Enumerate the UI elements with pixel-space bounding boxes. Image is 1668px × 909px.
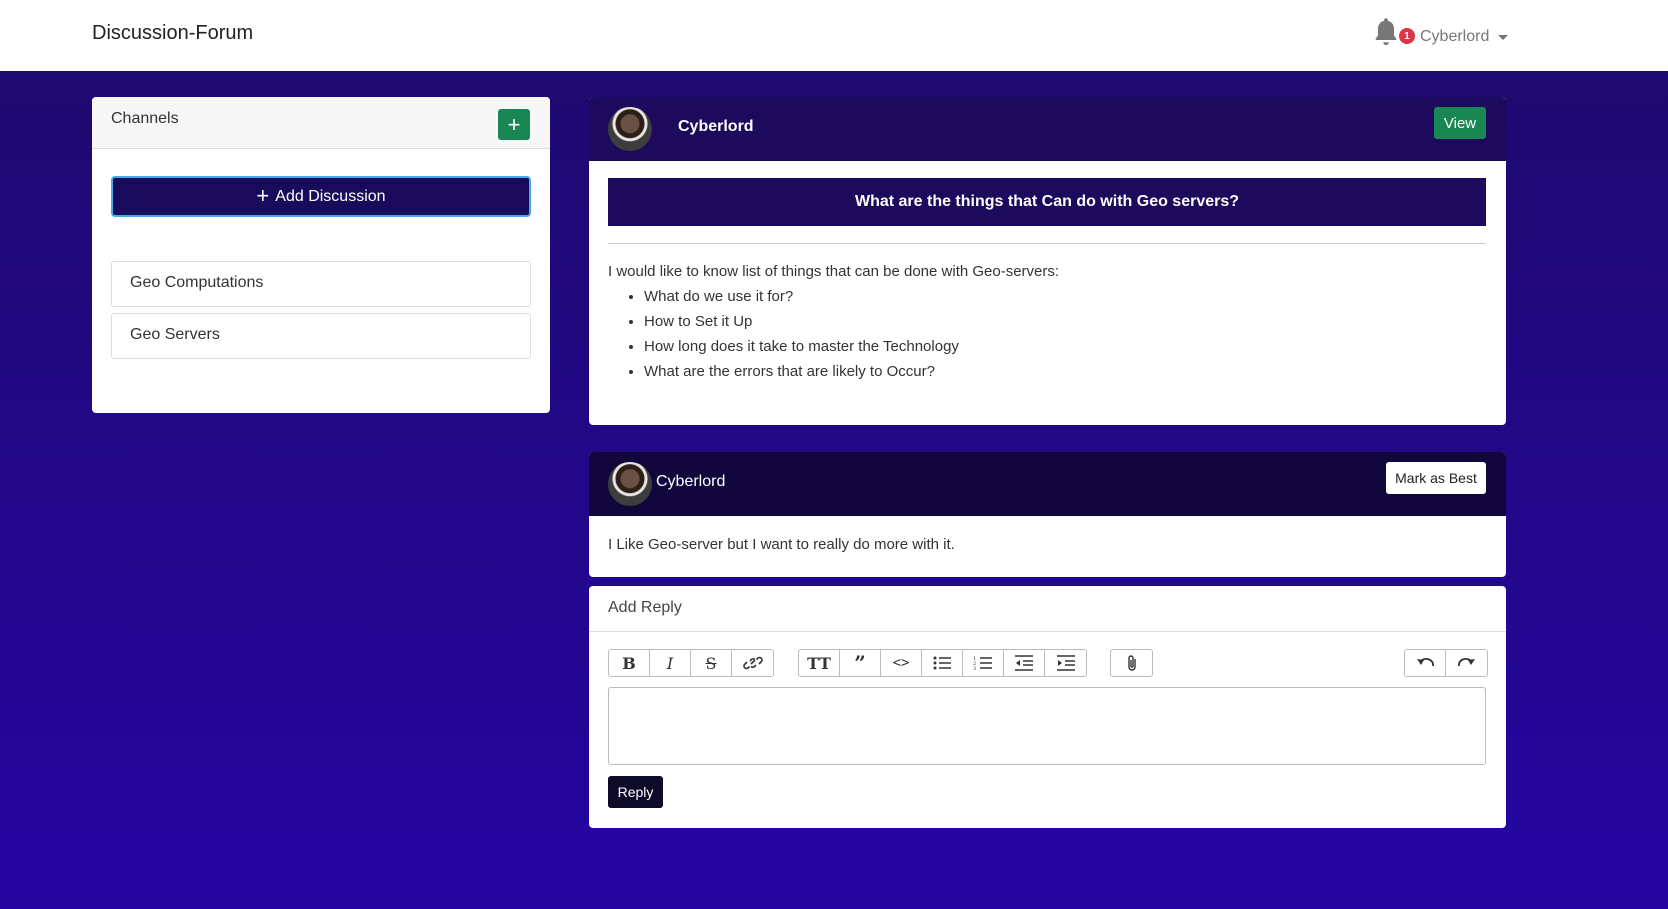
increase-indent-icon[interactable] — [1045, 650, 1086, 676]
add-discussion-label: Add Discussion — [275, 187, 386, 205]
divider — [608, 243, 1486, 244]
numbered-list-icon[interactable]: 123 — [963, 650, 1004, 676]
channel-item-geo-computations[interactable]: Geo Computations — [111, 261, 531, 307]
channels-header: Channels + — [92, 97, 550, 149]
post-title: What are the things that Can do with Geo… — [608, 178, 1486, 226]
add-discussion-button[interactable]: + Add Discussion — [111, 176, 531, 217]
post-author: Cyberlord — [678, 118, 754, 135]
toolbar-text-group: B I S — [608, 649, 774, 677]
chevron-down-icon — [1498, 34, 1509, 40]
plus-icon: + — [507, 111, 521, 137]
notification-badge: 1 — [1399, 28, 1415, 44]
post-header: Cyberlord View — [589, 97, 1506, 161]
notifications-button[interactable]: 1 — [1372, 16, 1415, 50]
top-navbar: Discussion-Forum 1 Cyberlord — [0, 0, 1668, 71]
bullet-list-icon[interactable] — [922, 650, 963, 676]
discussion-post-card: Cyberlord View What are the things that … — [589, 97, 1506, 425]
channel-label: Geo Servers — [130, 326, 220, 343]
channel-item-geo-servers[interactable]: Geo Servers — [111, 313, 531, 359]
bell-icon — [1375, 18, 1397, 46]
post-body: I would like to know list of things that… — [608, 263, 1059, 384]
view-button[interactable]: View — [1434, 107, 1486, 139]
svg-text:3: 3 — [973, 666, 976, 672]
post-bullet-list: What do we use it for? How to Set it Up … — [644, 284, 1059, 384]
reply-button[interactable]: Reply — [608, 776, 663, 808]
plus-icon: + — [256, 182, 270, 208]
avatar — [608, 107, 652, 151]
channels-card: Channels + + Add Discussion Geo Computat… — [92, 97, 550, 413]
undo-icon[interactable] — [1405, 650, 1446, 676]
avatar — [608, 462, 652, 506]
code-icon[interactable]: <> — [881, 650, 922, 676]
list-item: What do we use it for? — [644, 284, 1059, 309]
heading-icon[interactable]: ΤT — [799, 650, 840, 676]
redo-icon[interactable] — [1446, 650, 1487, 676]
decrease-indent-icon[interactable] — [1004, 650, 1045, 676]
mark-as-best-button[interactable]: Mark as Best — [1386, 462, 1486, 494]
user-dropdown[interactable]: Cyberlord — [1420, 28, 1509, 46]
list-item: How long does it take to master the Tech… — [644, 334, 1059, 359]
attach-icon[interactable] — [1111, 650, 1152, 676]
user-name: Cyberlord — [1420, 28, 1490, 45]
toolbar-attach-group — [1110, 649, 1153, 677]
bold-icon[interactable]: B — [609, 650, 650, 676]
reply-author: Cyberlord — [656, 473, 726, 490]
list-item: How to Set it Up — [644, 309, 1059, 334]
channels-title: Channels — [111, 110, 179, 127]
strikethrough-icon[interactable]: S — [691, 650, 732, 676]
quote-icon[interactable]: ” — [840, 650, 881, 676]
post-intro: I would like to know list of things that… — [608, 263, 1060, 280]
reply-card: Cyberlord Mark as Best I Like Geo-server… — [589, 452, 1506, 577]
italic-icon[interactable]: I — [650, 650, 691, 676]
brand-title[interactable]: Discussion-Forum — [92, 22, 253, 45]
toolbar-history-group — [1404, 649, 1488, 677]
toolbar-block-group: ΤT ” <> 123 — [798, 649, 1087, 677]
add-reply-card: Add Reply B I S ΤT ” <> 123 Reply — [589, 586, 1506, 828]
link-icon[interactable] — [732, 650, 773, 676]
reply-editor[interactable] — [608, 687, 1486, 765]
add-channel-button[interactable]: + — [498, 109, 530, 140]
channel-label: Geo Computations — [130, 274, 264, 291]
add-reply-title: Add Reply — [589, 586, 1506, 632]
reply-text: I Like Geo-server but I want to really d… — [608, 536, 955, 553]
reply-header: Cyberlord Mark as Best — [589, 452, 1506, 516]
nav-right: 1 Cyberlord — [1372, 16, 1509, 50]
list-item: What are the errors that are likely to O… — [644, 359, 1059, 384]
